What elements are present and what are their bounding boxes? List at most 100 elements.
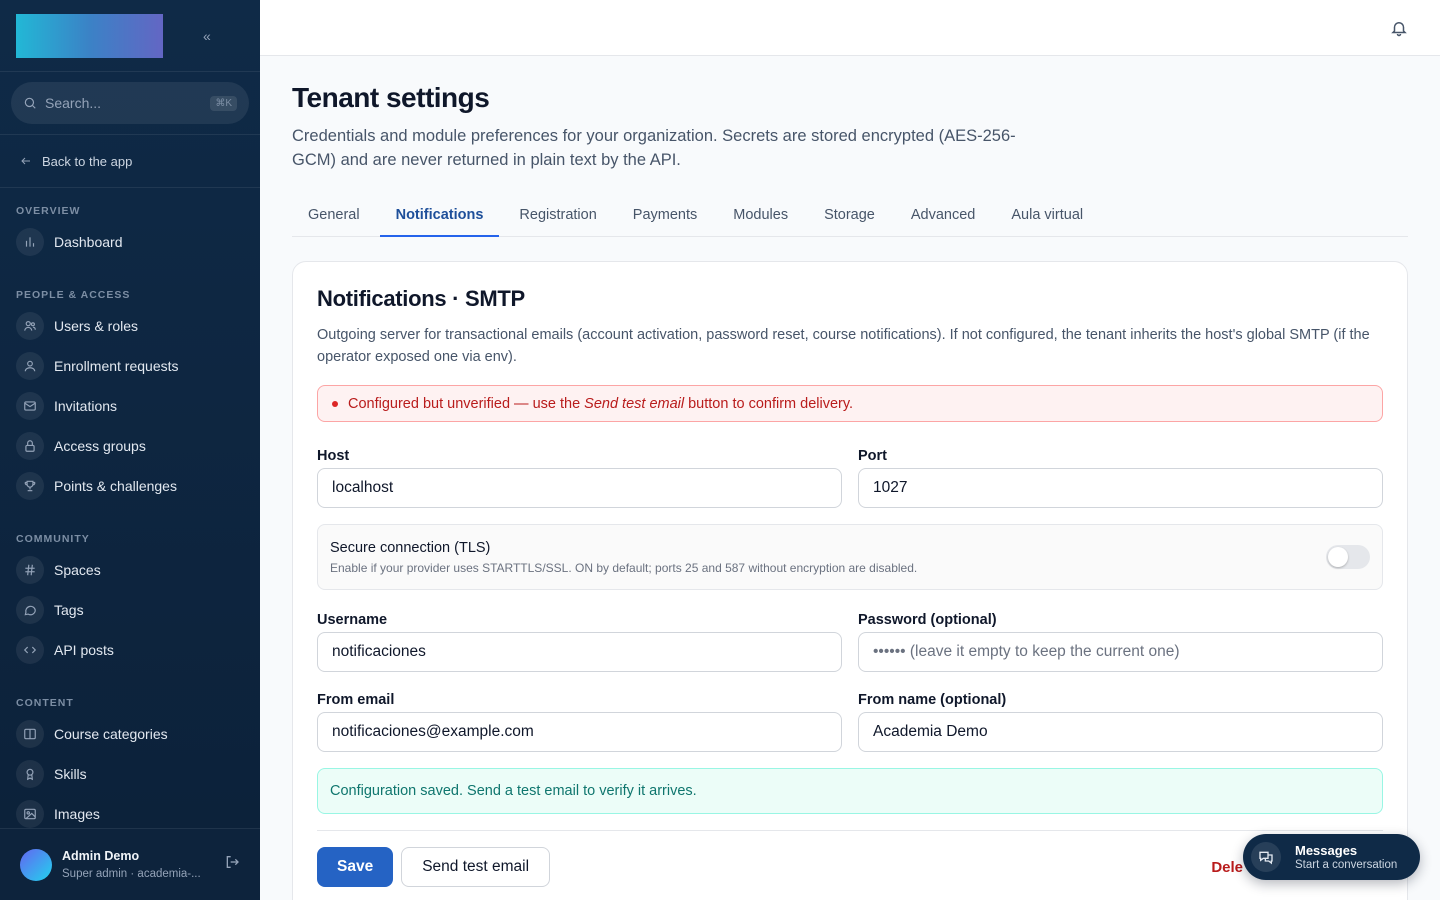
topbar [260,0,1440,56]
award-icon [16,760,44,788]
brand-row: « [0,0,260,72]
tab-payments[interactable]: Payments [617,200,713,237]
sidebar-item-label: Spaces [54,562,101,578]
host-input[interactable]: localhost [317,468,842,508]
host-label: Host [317,448,350,464]
delete-button[interactable]: Dele [1211,859,1243,876]
section-title-people: PEOPLE & ACCESS [16,289,131,301]
user-name: Admin Demo [62,849,140,863]
tab-registration[interactable]: Registration [503,200,612,237]
tab-advanced[interactable]: Advanced [895,200,992,237]
sidebar-item-points-challenges[interactable]: Points & challenges [0,466,260,506]
save-button[interactable]: Save [317,847,394,887]
tls-toggle[interactable] [1326,545,1370,569]
sidebar-item-label: Skills [54,766,87,782]
saved-alert: Configuration saved. Send a test email t… [317,768,1383,814]
search-icon [24,97,36,109]
sidebar-item-label: Invitations [54,398,118,414]
sidebar-item-label: Dashboard [54,234,123,250]
sidebar-item-dashboard[interactable]: Dashboard [0,222,260,262]
image-icon [16,800,44,828]
alert-text-after: button to confirm delivery. [688,395,854,412]
from-email-field: From email notificaciones@example.com [317,690,842,752]
password-input[interactable]: •••••• (leave it empty to keep the curre… [858,632,1383,672]
sidebar-item-access-groups[interactable]: Access groups [0,426,260,466]
search-shortcut: ⌘K [210,95,237,111]
sidebar: « Search... ⌘K Back to the app OVERVIEW … [0,0,260,900]
arrow-left-icon [21,157,30,165]
username-input[interactable]: notificaciones [317,632,842,672]
sidebar-item-label: Users & roles [54,318,139,334]
messages-widget[interactable]: Messages Start a conversation [1243,834,1420,880]
back-to-app-link[interactable]: Back to the app [0,135,260,187]
sidebar-item-invitations[interactable]: Invitations [0,386,260,426]
page-title: Tenant settings [292,82,490,113]
username-label: Username [317,612,388,628]
code-icon [16,636,44,664]
sidebar-item-label: API posts [54,642,114,658]
user-profile[interactable]: Admin Demo Super admin · academia-... [0,828,260,900]
host-port-row: Host localhost Port 1027 [317,446,1383,508]
status-dot-icon [332,400,338,407]
book-icon [16,720,44,748]
search-placeholder: Search... [45,95,102,111]
page-description: Credentials and module preferences for y… [292,127,1016,169]
host-field: Host localhost [317,446,842,508]
alert-text-emphasis: Send test email [584,395,685,412]
sidebar-item-tags[interactable]: Tags [0,590,260,630]
tab-storage[interactable]: Storage [808,200,891,237]
chat-bubble-icon [16,596,44,624]
logo[interactable] [16,13,163,58]
trophy-icon [16,472,44,500]
sidebar-item-label: Points & challenges [54,478,177,494]
logout-icon[interactable] [224,854,240,875]
bell-icon[interactable] [1390,18,1408,43]
from-email-input[interactable]: notificaciones@example.com [317,712,842,752]
section-title-overview: OVERVIEW [16,205,81,217]
sidebar-item-label: Images [54,806,100,822]
sender-row: From email notificaciones@example.com Fr… [317,690,1383,752]
sidebar-item-label: Course categories [54,726,168,742]
port-label: Port [858,448,887,464]
sidebar-item-label: Access groups [54,438,146,454]
sidebar-item-api-posts[interactable]: API posts [0,630,260,670]
sidebar-item-enrollment-requests[interactable]: Enrollment requests [0,346,260,386]
send-test-email-button[interactable]: Send test email [401,847,551,887]
sidebar-item-skills[interactable]: Skills [0,754,260,794]
collapse-sidebar-icon[interactable]: « [203,28,211,44]
from-name-input[interactable]: Academia Demo [858,712,1383,752]
sidebar-item-label: Enrollment requests [54,358,179,374]
divider [317,830,1383,831]
hash-icon [16,556,44,584]
tab-modules[interactable]: Modules [717,200,804,237]
port-field: Port 1027 [858,446,1383,508]
search-input[interactable]: Search... ⌘K [11,82,249,124]
users-icon [16,312,44,340]
tls-title: Secure connection (TLS) [330,539,491,556]
section-title-community: COMMUNITY [16,533,90,545]
bar-chart-icon [16,228,44,256]
unverified-alert: Configured but unverified — use the Send… [317,385,1383,422]
tab-aula-virtual[interactable]: Aula virtual [995,200,1099,237]
card-title: Notifications · SMTP [317,286,525,311]
sidebar-item-course-categories[interactable]: Course categories [0,714,260,754]
card-actions: Save Send test email Dele [317,847,1383,887]
sidebar-item-users-roles[interactable]: Users & roles [0,306,260,346]
credentials-row: Username notificaciones Password (option… [317,610,1383,672]
password-field: Password (optional) •••••• (leave it emp… [858,610,1383,672]
username-field: Username notificaciones [317,610,842,672]
password-label: Password (optional) [858,612,997,628]
user-role: Super admin · academia-... [62,868,201,880]
alert-text-before: Configured but unverified — use the [348,395,581,412]
chat-icon [1251,842,1281,872]
card-description: Outgoing server for transactional emails… [317,327,1370,365]
lock-icon [16,432,44,460]
sidebar-item-spaces[interactable]: Spaces [0,550,260,590]
messages-subtitle: Start a conversation [1295,859,1398,871]
tls-setting: Secure connection (TLS) Enable if your p… [317,524,1383,590]
tls-subtitle: Enable if your provider uses STARTTLS/SS… [330,560,918,575]
port-input[interactable]: 1027 [858,468,1383,508]
sidebar-item-label: Tags [54,602,84,618]
tab-notifications[interactable]: Notifications [379,200,500,237]
tab-general[interactable]: General [292,200,376,237]
